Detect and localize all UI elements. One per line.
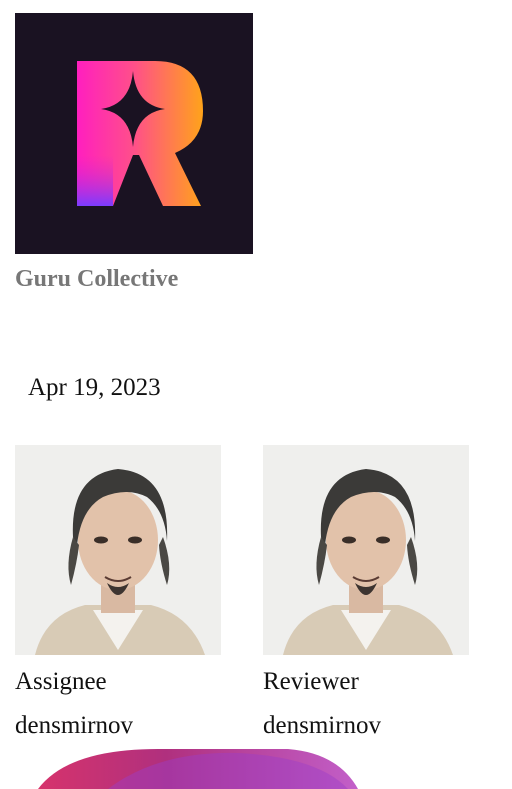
- user-avatar-photo: [15, 445, 221, 655]
- collective-logo-icon: [77, 61, 203, 206]
- decorative-gradient-shape: [38, 749, 358, 789]
- task-date: Apr 19, 2023: [28, 374, 161, 401]
- reviewer-card[interactable]: Reviewer densmirnov: [263, 445, 469, 741]
- organization-logo[interactable]: [15, 13, 253, 254]
- user-avatar-photo: [263, 445, 469, 655]
- assignee-card[interactable]: Assignee densmirnov: [15, 445, 221, 741]
- assignee-username[interactable]: densmirnov: [15, 711, 221, 741]
- assignee-avatar[interactable]: [15, 445, 221, 655]
- reviewer-label: Reviewer: [263, 668, 359, 695]
- reviewer-username[interactable]: densmirnov: [263, 711, 469, 741]
- assignee-label: Assignee: [15, 668, 107, 695]
- organization-name[interactable]: Guru Collective: [15, 266, 178, 293]
- reviewer-avatar[interactable]: [263, 445, 469, 655]
